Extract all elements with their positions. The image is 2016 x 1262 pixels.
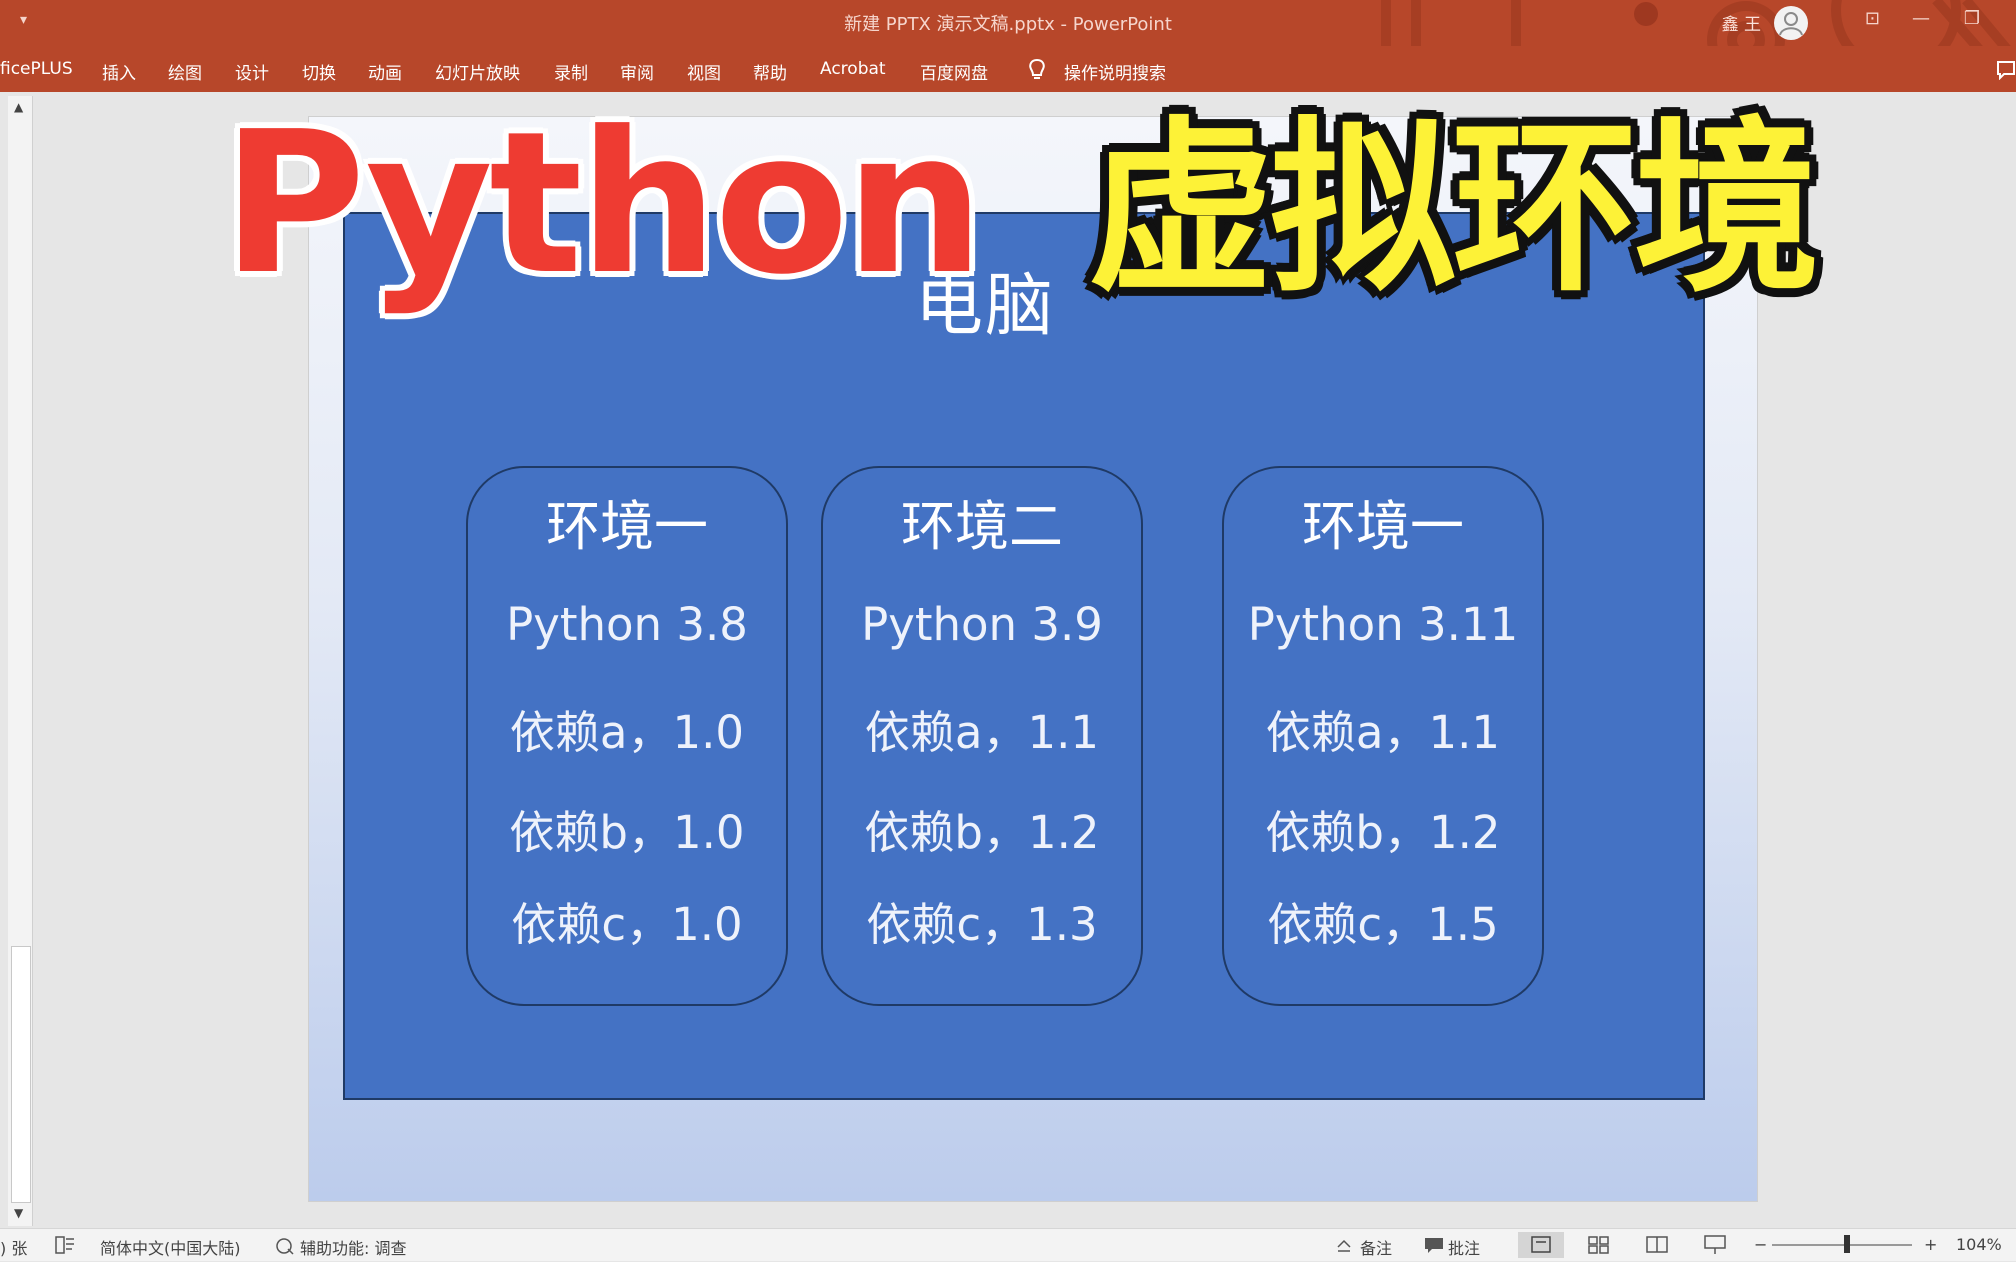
environment-card[interactable]: 环境二 Python 3.9 依赖a，1.1 依赖b，1.2 依赖c，1.3 bbox=[821, 466, 1143, 1006]
zoom-out-button[interactable]: − bbox=[1754, 1235, 1767, 1254]
book-icon bbox=[1646, 1236, 1668, 1253]
language-indicator[interactable]: 简体中文(中国大陆) bbox=[100, 1235, 241, 1259]
dependency-b: 依赖b，1.2 bbox=[1265, 806, 1501, 859]
ribbon-tabs: ficePLUS 插入 绘图 设计 切换 动画 幻灯片放映 录制 审阅 视图 帮… bbox=[0, 46, 2016, 92]
slide-sorter-view-button[interactable] bbox=[1576, 1232, 1622, 1258]
dependency-c: 依赖c，1.0 bbox=[511, 898, 743, 951]
tab-transitions[interactable]: 切换 bbox=[302, 59, 336, 84]
scrollbar-thumb[interactable] bbox=[11, 946, 31, 1203]
tell-me-search[interactable]: 操作说明搜索 bbox=[1064, 59, 1166, 84]
tab-acrobat[interactable]: Acrobat bbox=[820, 59, 886, 79]
python-version: Python 3.11 bbox=[1247, 598, 1519, 651]
normal-view-icon bbox=[1531, 1236, 1551, 1253]
zoom-slider[interactable] bbox=[1772, 1244, 1912, 1246]
environment-heading: 环境一 bbox=[546, 495, 708, 558]
zoom-slider-handle[interactable] bbox=[1844, 1235, 1850, 1253]
dependency-b: 依赖b，1.2 bbox=[864, 806, 1100, 859]
restore-button[interactable]: ❐ bbox=[1964, 8, 1980, 29]
zoom-level[interactable]: 104% bbox=[1956, 1235, 2002, 1254]
lightbulb-icon bbox=[1029, 58, 1045, 79]
dependency-a: 依赖a，1.1 bbox=[1265, 706, 1501, 759]
presentation-icon bbox=[1704, 1235, 1726, 1254]
environment-heading: 环境一 bbox=[1302, 495, 1464, 558]
python-version: Python 3.9 bbox=[861, 598, 1103, 651]
notes-icon bbox=[1337, 1239, 1351, 1252]
spelling-check-icon[interactable] bbox=[54, 1235, 76, 1255]
tab-design[interactable]: 设计 bbox=[235, 59, 269, 84]
tab-baidu-netdisk[interactable]: 百度网盘 bbox=[920, 59, 988, 84]
tab-insert[interactable]: 插入 bbox=[102, 59, 136, 84]
reading-view-button[interactable] bbox=[1634, 1232, 1680, 1258]
environment-card[interactable]: 环境一 Python 3.8 依赖a，1.0 依赖b，1.0 依赖c，1.0 bbox=[466, 466, 788, 1006]
normal-view-button[interactable] bbox=[1518, 1232, 1564, 1258]
vertical-scrollbar[interactable]: ▲ ▼ bbox=[8, 96, 33, 1226]
dependency-c: 依赖c，1.5 bbox=[1267, 898, 1499, 951]
tab-view[interactable]: 视图 bbox=[687, 59, 721, 84]
comment-icon[interactable] bbox=[1996, 60, 2016, 80]
zoom-in-button[interactable]: + bbox=[1924, 1235, 1937, 1254]
tab-animations[interactable]: 动画 bbox=[368, 59, 402, 84]
slideshow-view-button[interactable] bbox=[1692, 1232, 1738, 1258]
slide-count: ) 张 bbox=[0, 1239, 28, 1258]
ribbon-display-options-button[interactable]: ⊡ bbox=[1865, 8, 1880, 29]
tab-record[interactable]: 录制 bbox=[554, 59, 588, 84]
user-avatar[interactable] bbox=[1774, 6, 1808, 40]
dependency-a: 依赖a，1.1 bbox=[864, 706, 1100, 759]
notes-button[interactable]: 备注 bbox=[1360, 1235, 1392, 1259]
status-bar: ) 张 简体中文(中国大陆) 辅助功能: 调查 备注 批注 − + 104% bbox=[0, 1228, 2016, 1261]
tab-officeplus[interactable]: ficePLUS bbox=[0, 59, 73, 79]
environment-card[interactable]: 环境一 Python 3.11 依赖a，1.1 依赖b，1.2 依赖c，1.5 bbox=[1222, 466, 1544, 1006]
accessibility-icon bbox=[276, 1238, 294, 1255]
overlay-python-title: Python bbox=[222, 90, 984, 318]
python-version: Python 3.8 bbox=[506, 598, 748, 651]
scroll-up-icon[interactable]: ▲ bbox=[14, 100, 23, 114]
dependency-c: 依赖c，1.3 bbox=[866, 898, 1098, 951]
title-bar: ▾ 新建 PPTX 演示文稿.pptx - PowerPoint 鑫 王 ⊡ —… bbox=[0, 0, 2016, 84]
minimize-button[interactable]: — bbox=[1912, 8, 1930, 29]
accessibility-status[interactable]: 辅助功能: 调查 bbox=[300, 1235, 406, 1259]
grid-icon bbox=[1588, 1236, 1609, 1254]
dependency-a: 依赖a，1.0 bbox=[509, 706, 745, 759]
window-title: 新建 PPTX 演示文稿.pptx - PowerPoint bbox=[844, 14, 1172, 35]
tab-slideshow[interactable]: 幻灯片放映 bbox=[435, 59, 520, 84]
user-name[interactable]: 鑫 王 bbox=[1722, 10, 1761, 35]
person-icon bbox=[1779, 12, 1803, 36]
tab-help[interactable]: 帮助 bbox=[753, 59, 787, 84]
dependency-b: 依赖b，1.0 bbox=[509, 806, 745, 859]
comments-icon bbox=[1425, 1238, 1443, 1253]
overlay-virtual-env-title: 虚拟环境 bbox=[1088, 100, 1820, 317]
environment-heading: 环境二 bbox=[901, 495, 1063, 558]
tab-review[interactable]: 审阅 bbox=[620, 59, 654, 84]
comments-button[interactable]: 批注 bbox=[1448, 1235, 1480, 1259]
scroll-down-icon[interactable]: ▼ bbox=[14, 1206, 23, 1220]
tab-draw[interactable]: 绘图 bbox=[168, 59, 202, 84]
